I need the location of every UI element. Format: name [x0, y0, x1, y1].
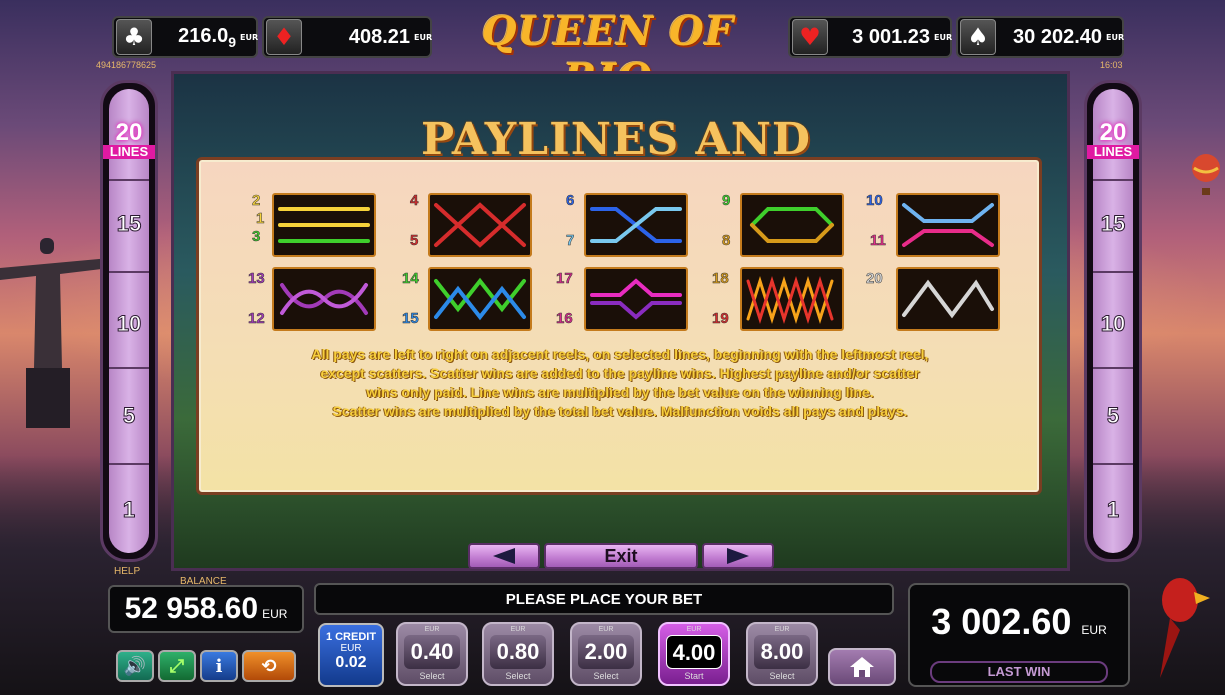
previous-page-button[interactable]: [468, 543, 540, 569]
next-page-button[interactable]: [702, 543, 774, 569]
jackpot-currency: EUR: [934, 32, 953, 42]
rules-line: wins only paid. Line wins are multiplied…: [366, 384, 874, 400]
payline-diagram-14-15: [428, 267, 532, 331]
card-flip-icon: ⟲: [261, 655, 277, 677]
jackpot-club: ♣ 216.09 EUR: [112, 16, 258, 58]
payline-number: 5: [410, 232, 419, 250]
payline-number: 19: [712, 310, 729, 328]
payline-number: 15: [402, 310, 419, 328]
lines-marker-1[interactable]: 1: [1087, 497, 1139, 523]
payline-number: 3: [252, 228, 261, 246]
payline-number: 20: [866, 270, 883, 288]
clock: 16:03: [1100, 60, 1123, 70]
lines-marker-15[interactable]: 15: [1087, 211, 1139, 237]
club-icon: ♣: [116, 19, 152, 55]
rules-line: All pays are left to right on adjacent r…: [311, 346, 929, 362]
payline-number: 12: [248, 310, 265, 328]
jackpot-currency: EUR: [240, 32, 259, 42]
rules-line: except scatters. Scatter wins are added …: [320, 365, 920, 381]
payline-number: 16: [556, 310, 573, 328]
lines-marker-1[interactable]: 1: [103, 497, 155, 523]
exit-button[interactable]: Exit: [544, 543, 698, 569]
arrow-right-icon: [727, 548, 749, 564]
gamble-button[interactable]: ⟲: [242, 650, 296, 682]
payline-number: 11: [870, 232, 886, 250]
speaker-icon: 🔊: [123, 655, 147, 677]
balance-display: 52 958.60 EUR: [108, 585, 304, 633]
fullscreen-icon: ⤢: [169, 655, 185, 677]
last-win-display: 3 002.60 EUR LAST WIN: [908, 583, 1130, 687]
lines-marker-10[interactable]: 10: [103, 311, 155, 337]
payline-number: 14: [402, 270, 419, 288]
jackpot-spade: ♠ 30 202.40 EUR: [956, 16, 1124, 58]
jackpot-diamond: ♦ 408.21 EUR: [262, 16, 432, 58]
jackpot-value: 3 001.23: [852, 25, 930, 48]
credit-value-selector[interactable]: 1 CREDIT EUR 0.02: [318, 623, 384, 687]
home-icon: [850, 657, 874, 677]
payline-diagram-1-2-3: [272, 193, 376, 257]
heart-icon: ♥: [792, 19, 828, 55]
lines-marker-5[interactable]: 5: [103, 403, 155, 429]
payline-diagram-8-9: [740, 193, 844, 257]
help-label[interactable]: HELP: [114, 566, 140, 577]
payline-number: 9: [722, 192, 731, 210]
payline-diagram-4-5: [428, 193, 532, 257]
jackpot-value: 408.21: [348, 25, 410, 48]
diamond-icon: ♦: [266, 19, 302, 55]
payline-number: 10: [866, 192, 883, 210]
payline-number: 18: [712, 270, 729, 288]
payline-diagram-16-17: [584, 267, 688, 331]
payline-number: 1: [256, 210, 265, 228]
payline-diagram-20: [896, 267, 1000, 331]
red-parrot-illustration: [1160, 578, 1210, 678]
lines-count: 20 LINES: [1087, 121, 1139, 159]
spade-icon: ♠: [960, 19, 996, 55]
jackpot-heart: ♥ 3 001.23 EUR: [788, 16, 952, 58]
jackpot-value: 216.09: [178, 24, 236, 50]
payline-number: 6: [566, 192, 575, 210]
fullscreen-button[interactable]: ⤢: [158, 650, 196, 682]
jackpot-currency: EUR: [1106, 32, 1125, 42]
jackpot-currency: EUR: [414, 32, 433, 42]
lines-marker-15[interactable]: 15: [103, 211, 155, 237]
payline-diagram-6-7: [584, 193, 688, 257]
lines-marker-5[interactable]: 5: [1087, 403, 1139, 429]
bet-button-2-00[interactable]: EUR 2.00 Select: [570, 622, 642, 686]
payline-number: 17: [556, 270, 573, 288]
lines-bar-left[interactable]: 20 LINES 15 10 5 1: [100, 80, 158, 562]
lines-count: 20 LINES: [103, 121, 155, 159]
bet-button-4-00-start[interactable]: EUR 4.00 Start: [658, 622, 730, 686]
payline-number: 2: [252, 192, 261, 210]
christ-statue-silhouette: [0, 238, 110, 428]
jackpot-value: 30 202.40: [1013, 25, 1102, 48]
payline-diagram-10-11: [896, 193, 1000, 257]
arrow-left-icon: [493, 548, 515, 564]
info-button[interactable]: i: [200, 650, 238, 682]
rules-description: All pays are left to right on adjacent r…: [210, 345, 1030, 421]
payline-diagram-18-19: [740, 267, 844, 331]
session-id: 494186778625: [96, 60, 157, 70]
bet-button-0-40[interactable]: EUR 0.40 Select: [396, 622, 468, 686]
home-button[interactable]: [828, 648, 896, 686]
payline-number: 4: [410, 192, 419, 210]
bet-button-8-00[interactable]: EUR 8.00 Select: [746, 622, 818, 686]
bet-button-0-80[interactable]: EUR 0.80 Select: [482, 622, 554, 686]
hot-air-balloon-icon: [1192, 154, 1220, 195]
payline-diagram-12-13: [272, 267, 376, 331]
lines-marker-10[interactable]: 10: [1087, 311, 1139, 337]
status-message: PLEASE PLACE YOUR BET: [314, 583, 894, 615]
payline-number: 13: [248, 270, 265, 288]
payline-number: 8: [722, 232, 731, 250]
lines-bar-right[interactable]: 20 LINES 15 10 5 1: [1084, 80, 1142, 562]
info-icon: i: [215, 655, 223, 677]
sound-toggle-button[interactable]: 🔊: [116, 650, 154, 682]
payline-number: 7: [566, 232, 575, 250]
rules-line: Scatter wins are multiplied by the total…: [332, 403, 908, 419]
